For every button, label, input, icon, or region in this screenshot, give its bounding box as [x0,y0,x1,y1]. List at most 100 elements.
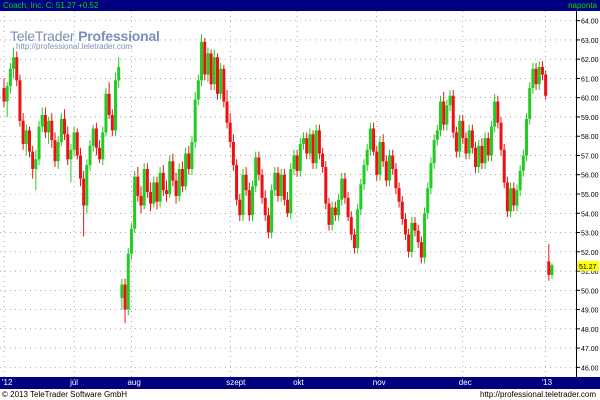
candle [378,136,382,181]
candle-body [222,68,226,102]
candle [91,124,95,152]
candle [512,182,516,212]
candle [129,222,133,260]
candle-body [136,176,140,196]
candle [228,113,232,148]
candle [257,151,261,181]
candle [340,172,344,206]
candle-body [540,66,544,75]
candle [454,126,458,158]
candle [31,145,35,179]
candle-body [362,165,366,185]
candle [263,190,267,221]
candle-body [493,101,497,127]
candle [496,95,500,129]
candle-body [164,190,168,194]
candle [123,278,127,324]
candle-body [155,182,159,202]
candle-body [426,188,430,214]
candle-body [21,120,25,144]
y-tick-label: 56.00 [581,173,599,180]
candle [206,47,210,83]
candle [416,224,420,248]
candle [56,136,60,169]
candle-body [305,138,309,154]
candle [136,167,140,202]
candle-body [486,138,490,156]
candle-body [298,143,302,171]
candle-body [158,172,162,202]
candle [72,126,76,156]
candle-body [171,161,175,181]
candle-body [397,188,401,202]
candle [2,78,6,108]
candle [286,192,290,218]
candle-body [378,141,382,175]
candle-body [454,132,458,152]
candle [544,70,548,100]
candle-body [458,120,462,152]
candle-body [534,68,538,85]
candle-body [94,128,98,148]
candle [168,155,172,198]
candle [180,161,184,193]
candle-body [129,228,133,254]
y-tick-label: 49.00 [581,308,599,315]
candle-body [391,155,395,169]
candle-body [547,261,551,275]
candle-body [219,68,223,94]
candle-body [244,174,248,191]
candle-body [43,115,47,133]
candle [120,278,124,310]
candle [142,163,146,210]
candle [489,120,493,162]
candle-body [72,132,76,150]
candle [50,113,54,148]
candle [413,217,417,237]
candle-body [196,80,200,100]
candle-body [356,209,360,248]
candle-body [461,120,465,139]
candle-body [550,265,554,275]
candle-body [228,122,232,142]
candle [94,122,98,156]
candle-body [403,219,407,235]
candle-body [12,57,16,69]
candle-body [321,153,325,168]
candle [298,138,302,177]
candle [139,186,143,214]
candle [467,124,471,160]
candle [187,145,191,175]
candle [407,228,411,258]
candle-body [337,199,341,216]
candle [403,213,407,241]
candle [104,88,108,137]
candle-body [190,141,194,169]
candle-body [314,130,318,164]
candle-body [18,80,22,121]
candle-body [301,138,305,144]
candle-body [330,207,334,225]
candle-body [40,115,44,127]
candle [21,113,25,150]
candle-body [98,147,102,160]
candle [235,159,239,206]
candle [161,165,165,196]
candle [225,89,229,129]
candle-body [142,168,146,206]
x-tick-label: aug [127,378,141,387]
candle-body [518,170,522,191]
candle-body [145,168,149,193]
candle [458,115,462,158]
candle-body [59,118,63,142]
candle [346,192,350,221]
candle-body [512,188,516,206]
x-tick-label: szept [226,378,246,387]
candle-body [152,182,156,204]
candle-body [82,178,86,206]
candle-body [509,188,513,212]
candle [486,132,490,162]
candle-body [451,95,455,133]
candle-body [346,197,350,218]
candle-body [270,190,274,233]
